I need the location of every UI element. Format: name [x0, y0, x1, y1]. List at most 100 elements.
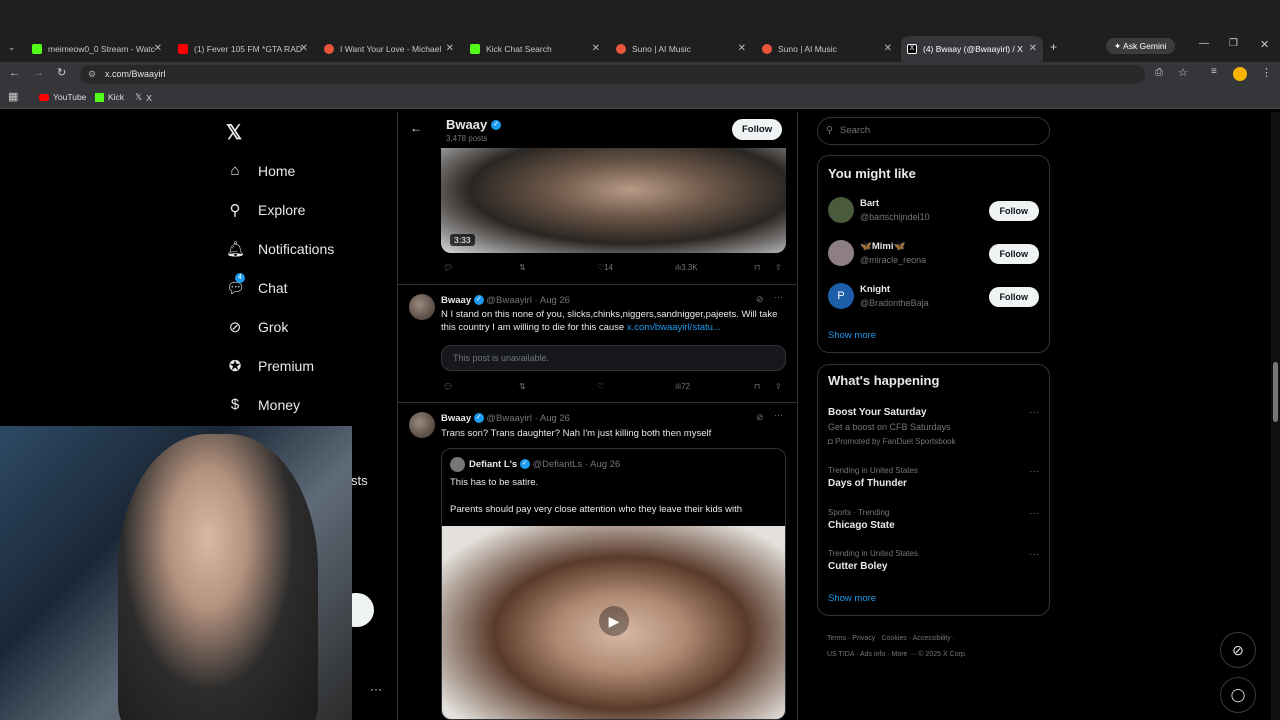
- follow-button[interactable]: Follow: [988, 201, 1039, 221]
- avatar[interactable]: [409, 294, 435, 320]
- scrollbar-thumb[interactable]: [1273, 362, 1278, 422]
- menu-icon[interactable]: ⋮: [1261, 66, 1272, 79]
- footer-link[interactable]: More ···: [891, 651, 916, 658]
- sidebar-item-grok[interactable]: ⊘ Grok: [226, 318, 289, 336]
- x-logo-icon[interactable]: 𝕏: [226, 120, 242, 145]
- footer-link[interactable]: Privacy: [852, 635, 875, 642]
- follow-button[interactable]: Follow: [988, 287, 1039, 307]
- more-options-icon[interactable]: ···: [1029, 508, 1039, 519]
- bookmark-youtube[interactable]: YouTube: [39, 92, 86, 102]
- footer-link[interactable]: Ads info: [860, 651, 885, 658]
- more-options-icon[interactable]: ···: [1029, 549, 1039, 560]
- more-options-icon[interactable]: ···: [774, 410, 783, 420]
- author-name[interactable]: Bwaay: [441, 295, 471, 306]
- close-tab-icon[interactable]: ✕: [300, 43, 308, 54]
- show-more-link[interactable]: Show more: [828, 330, 876, 341]
- trend-item[interactable]: Boost Your Saturday Get a boost on CFB S…: [818, 405, 1049, 446]
- new-tab-icon[interactable]: +: [1050, 40, 1057, 54]
- post-date[interactable]: · Aug 26: [535, 295, 570, 306]
- close-tab-icon[interactable]: ✕: [738, 43, 746, 54]
- like-icon[interactable]: ♡: [597, 382, 604, 391]
- browser-tab[interactable]: Kick Chat Search ✕: [464, 36, 606, 62]
- sidebar-item-home[interactable]: ⌂ Home: [226, 162, 295, 179]
- suggestion-row[interactable]: 🦋Mimi🦋 @miracle_reona Follow: [818, 239, 1049, 271]
- search-input[interactable]: ⚲ Search: [817, 117, 1050, 145]
- site-info-icon[interactable]: ⚙: [88, 65, 96, 84]
- footer-link[interactable]: Terms: [827, 635, 846, 642]
- profile-avatar[interactable]: [1233, 67, 1247, 81]
- bookmark-x[interactable]: 𝕏X: [135, 92, 152, 103]
- maximize-icon[interactable]: ❐: [1229, 38, 1238, 49]
- browser-tab-active[interactable]: X (4) Bwaay (@Bwaayirl) / X ✕: [901, 36, 1043, 62]
- footer-link[interactable]: Accessibility: [913, 635, 951, 642]
- minimize-icon[interactable]: —: [1199, 38, 1209, 49]
- more-options-icon[interactable]: ···: [1029, 466, 1039, 477]
- share-icon[interactable]: ⇪: [775, 263, 782, 272]
- media-icon[interactable]: ≡: [1211, 66, 1217, 77]
- trend-item[interactable]: Trending in United States Days of Thunde…: [818, 464, 1049, 494]
- post-link[interactable]: x.com/bwaayirl/statu...: [627, 322, 721, 333]
- suggestion-row[interactable]: Bart @bartschijndel10 Follow: [818, 196, 1049, 228]
- repost-icon[interactable]: ⇅: [519, 382, 526, 391]
- reload-icon[interactable]: ↻: [57, 66, 66, 79]
- scrollbar[interactable]: [1271, 112, 1280, 720]
- account-more-icon[interactable]: ···: [370, 682, 382, 696]
- reply-icon[interactable]: 💬︎: [443, 382, 453, 391]
- close-tab-icon[interactable]: ✕: [884, 43, 892, 54]
- play-icon[interactable]: ▶: [599, 606, 629, 636]
- sidebar-item-chat[interactable]: 💬︎ 4 Chat: [226, 273, 288, 297]
- sidebar-item-notifications[interactable]: 🔔︎ Notifications: [226, 240, 334, 258]
- tab-search-icon[interactable]: ⌄: [8, 42, 16, 53]
- sidebar-item-explore[interactable]: ⚲ Explore: [226, 201, 306, 219]
- post-date[interactable]: · Aug 26: [535, 413, 570, 424]
- browser-tab[interactable]: Suno | AI Music ✕: [756, 36, 898, 62]
- install-icon[interactable]: ⎙: [1155, 67, 1163, 78]
- suggestion-row[interactable]: P Knight @BradontheBaja Follow: [818, 282, 1049, 314]
- back-arrow-icon[interactable]: ←: [410, 121, 422, 135]
- close-tab-icon[interactable]: ✕: [1029, 43, 1037, 54]
- browser-tab[interactable]: I Want Your Love - Michael ✕: [318, 36, 460, 62]
- footer-link[interactable]: Cookies: [881, 635, 906, 642]
- browser-tab[interactable]: (1) Fever 105 FM *GTA RAD ✕: [172, 36, 314, 62]
- url-field[interactable]: ⚙ x.com/Bwaayirl: [80, 65, 1145, 84]
- bookmark-kick[interactable]: Kick: [95, 92, 124, 102]
- video-thumbnail[interactable]: 3:33: [441, 148, 786, 253]
- forward-icon[interactable]: →: [33, 67, 44, 79]
- repost-icon[interactable]: ⇅: [519, 263, 526, 272]
- quoted-post[interactable]: Defiant L's ✓ @DefiantLs · Aug 26 This h…: [441, 448, 786, 720]
- avatar[interactable]: [409, 412, 435, 438]
- more-options-icon[interactable]: ···: [1029, 407, 1039, 418]
- follow-button[interactable]: Follow: [732, 119, 783, 140]
- close-tab-icon[interactable]: ✕: [446, 43, 454, 54]
- close-tab-icon[interactable]: ✕: [592, 43, 600, 54]
- views-count[interactable]: ılı 72: [675, 382, 690, 391]
- ask-gemini-button[interactable]: ✦ Ask Gemini: [1106, 38, 1175, 54]
- grok-explain-icon[interactable]: ⊘: [756, 412, 764, 423]
- quote-video[interactable]: ▶: [442, 526, 785, 719]
- sidebar-item-partial[interactable]: sts: [351, 473, 368, 488]
- trend-item[interactable]: Sports · Trending Chicago State ···: [818, 506, 1049, 536]
- show-more-link[interactable]: Show more: [828, 593, 876, 604]
- author-name[interactable]: Bwaay: [441, 413, 471, 424]
- grok-explain-icon[interactable]: ⊘: [756, 294, 764, 305]
- bookmark-icon[interactable]: ⊓: [754, 382, 760, 391]
- browser-tab[interactable]: meimeow0_0 Stream - Watc ✕: [26, 36, 168, 62]
- reply-icon[interactable]: 💬︎: [443, 263, 453, 272]
- footer-link[interactable]: US TIDA: [827, 651, 854, 658]
- back-icon[interactable]: ←: [9, 67, 20, 79]
- more-options-icon[interactable]: ···: [774, 292, 783, 302]
- follow-button[interactable]: Follow: [988, 244, 1039, 264]
- grok-float-button[interactable]: ⊘: [1220, 632, 1256, 668]
- author-handle[interactable]: @Bwaayirl: [486, 413, 532, 424]
- views-count[interactable]: ılı 3.3K: [675, 263, 698, 272]
- browser-tab[interactable]: Suno | AI Music ✕: [610, 36, 752, 62]
- messages-float-button[interactable]: ◯: [1220, 677, 1256, 713]
- like-button[interactable]: ♡ 14: [597, 263, 613, 272]
- close-tab-icon[interactable]: ✕: [154, 43, 162, 54]
- apps-grid-icon[interactable]: ▦: [8, 90, 18, 103]
- bookmark-star-icon[interactable]: ☆: [1178, 66, 1188, 79]
- close-window-icon[interactable]: ✕: [1260, 38, 1269, 51]
- bookmark-icon[interactable]: ⊓: [754, 263, 760, 272]
- trend-item[interactable]: Trending in United States Cutter Boley ·…: [818, 547, 1049, 577]
- share-icon[interactable]: ⇪: [775, 382, 782, 391]
